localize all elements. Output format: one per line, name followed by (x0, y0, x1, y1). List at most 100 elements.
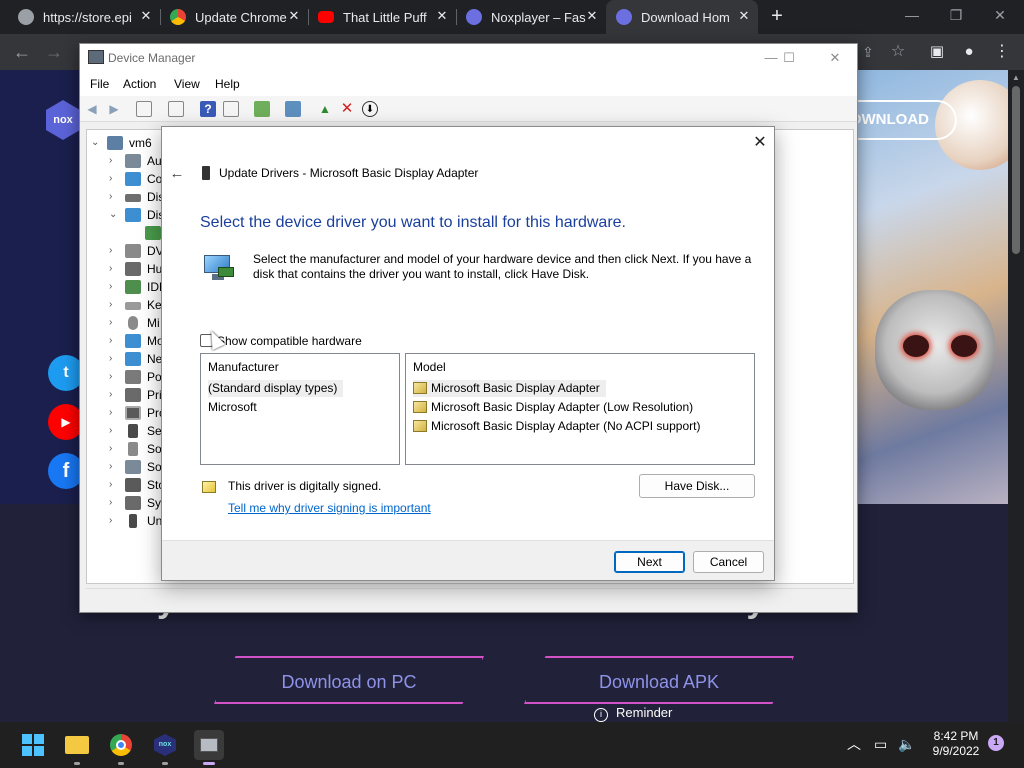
browser-tab[interactable]: https://store.epi ✕ (8, 0, 161, 34)
add-driver-icon[interactable]: ▲ (317, 101, 333, 117)
chevron-right-icon[interactable]: › (109, 404, 119, 422)
update-driver-icon[interactable] (254, 101, 270, 117)
star-icon[interactable]: ☆ (886, 40, 910, 64)
tab-close-icon[interactable]: ✕ (584, 8, 600, 24)
chevron-right-icon[interactable]: › (109, 170, 119, 188)
next-button[interactable]: Next (614, 551, 685, 573)
chevron-right-icon[interactable]: › (109, 152, 119, 170)
close-icon[interactable]: ✕ (750, 133, 770, 153)
page-scrollbar[interactable]: ▲ (1008, 70, 1024, 722)
model-list[interactable]: Model Microsoft Basic Display Adapter Mi… (405, 353, 755, 465)
browser-tab[interactable]: Update Chrome ✕ (160, 0, 309, 34)
driver-signing-link[interactable]: Tell me why driver signing is important (228, 501, 431, 515)
have-disk-button[interactable]: Have Disk... (639, 474, 755, 498)
checkbox-label[interactable]: Show compatible hardware (217, 333, 362, 349)
printer-icon (125, 388, 141, 402)
manufacturer-list[interactable]: Manufacturer (Standard display types) Mi… (200, 353, 400, 465)
chevron-right-icon[interactable]: › (109, 350, 119, 368)
tab-close-icon[interactable]: ✕ (138, 8, 154, 24)
active-indicator (203, 762, 215, 765)
download-on-pc-button[interactable]: Download on PC (214, 656, 484, 704)
nox-logo[interactable]: nox (46, 100, 80, 140)
start-button[interactable] (18, 730, 48, 760)
collapse-chevron-icon[interactable]: ⌄ (91, 134, 101, 152)
network-icon[interactable]: ▭ (874, 735, 887, 753)
chevron-right-icon[interactable]: › (109, 242, 119, 260)
tab-close-icon[interactable]: ✕ (434, 8, 450, 24)
chevron-right-icon[interactable]: › (109, 476, 119, 494)
chrome-taskbar-button[interactable] (106, 730, 136, 765)
tab-close-icon[interactable]: ✕ (286, 8, 302, 24)
chevron-right-icon[interactable]: › (109, 188, 119, 206)
file-explorer-button[interactable] (62, 730, 92, 765)
chevron-right-icon[interactable]: › (109, 494, 119, 512)
chevron-right-icon[interactable]: › (109, 386, 119, 404)
profile-icon[interactable]: ● (957, 40, 981, 64)
restore-icon[interactable]: ❐ (934, 0, 978, 32)
download-icon[interactable]: ⬇ (362, 101, 378, 117)
chevron-right-icon[interactable]: › (109, 260, 119, 278)
chevron-right-icon[interactable]: › (109, 278, 119, 296)
new-tab-button[interactable]: + (766, 5, 788, 27)
maximize-icon[interactable]: ☐ (774, 48, 804, 68)
keyboard-icon (125, 302, 141, 310)
model-list-item[interactable]: Microsoft Basic Display Adapter (No ACPI… (413, 418, 700, 435)
clock[interactable]: 8:42 PM 9/9/2022 (918, 729, 994, 759)
manufacturer-list-item[interactable]: Microsoft (208, 399, 257, 416)
chevron-up-icon[interactable]: ︿ (847, 735, 861, 753)
chevron-right-icon[interactable]: › (109, 458, 119, 476)
browser-tab-bar: https://store.epi ✕ Update Chrome ✕ That… (0, 0, 1024, 34)
manufacturer-list-item-selected[interactable]: (Standard display types) (208, 380, 344, 397)
info-icon: i (594, 708, 608, 722)
model-list-item-selected[interactable]: Microsoft Basic Display Adapter (413, 380, 606, 397)
volume-icon[interactable]: 🔈 (898, 735, 915, 753)
browser-tab[interactable]: That Little Puff ✕ (308, 0, 457, 34)
menu-help[interactable]: Help (215, 77, 240, 91)
forward-arrow-icon[interactable]: → (42, 40, 66, 64)
share-icon[interactable]: ⇪ (856, 40, 880, 64)
model-list-item[interactable]: Microsoft Basic Display Adapter (Low Res… (413, 399, 693, 416)
console-tree-icon[interactable] (136, 101, 152, 117)
minimize-icon[interactable]: — (890, 0, 934, 32)
chevron-right-icon[interactable]: › (109, 422, 119, 440)
kebab-menu-icon[interactable]: ⋮ (990, 40, 1014, 64)
menu-action[interactable]: Action (123, 77, 156, 91)
chrome-icon (170, 9, 186, 25)
uninstall-icon[interactable]: ✕ (339, 101, 355, 117)
driver-icon (413, 401, 427, 413)
display-adapter-icon (145, 226, 161, 240)
collapse-chevron-icon[interactable]: ⌄ (109, 206, 119, 224)
model-label: Microsoft Basic Display Adapter (Low Res… (431, 400, 694, 414)
close-icon[interactable]: ✕ (820, 48, 850, 68)
chevron-right-icon[interactable]: › (109, 332, 119, 350)
chevron-right-icon[interactable]: › (109, 314, 119, 332)
scrollbar-thumb[interactable] (1012, 86, 1020, 254)
chevron-right-icon[interactable]: › (109, 440, 119, 458)
properties-icon[interactable] (168, 101, 184, 117)
notification-badge[interactable]: 1 (988, 735, 1004, 751)
device-manager-taskbar-button[interactable] (194, 730, 224, 765)
browser-tab[interactable]: Noxplayer – Fas ✕ (456, 0, 606, 34)
menu-view[interactable]: View (174, 77, 200, 91)
cancel-button[interactable]: Cancel (693, 551, 764, 573)
back-arrow-icon[interactable]: ← (10, 40, 34, 64)
scroll-up-icon[interactable]: ▲ (1008, 70, 1024, 86)
help-icon[interactable]: ? (200, 101, 216, 117)
browser-tab-active[interactable]: Download Hom ✕ (606, 0, 758, 34)
menu-file[interactable]: File (90, 77, 109, 91)
side-panel-icon[interactable]: ▣ (925, 40, 949, 64)
back-arrow-icon[interactable]: ← (168, 165, 186, 183)
chevron-right-icon[interactable]: › (109, 368, 119, 386)
chevron-right-icon[interactable]: › (109, 512, 119, 530)
reminder-link[interactable]: i Reminder (586, 702, 786, 722)
scan-hardware-icon[interactable] (285, 101, 301, 117)
close-icon[interactable]: ✕ (978, 0, 1022, 32)
tab-close-icon[interactable]: ✕ (736, 8, 752, 24)
back-arrow-icon[interactable]: ◀ (84, 101, 100, 117)
nox-taskbar-button[interactable]: nox (150, 730, 180, 765)
forward-arrow-icon[interactable]: ▶ (106, 101, 122, 117)
download-apk-button[interactable]: Download APK (524, 656, 794, 704)
device-manager-titlebar[interactable]: Device Manager — ☐ ✕ (80, 44, 857, 72)
chevron-right-icon[interactable]: › (109, 296, 119, 314)
view-icon[interactable] (223, 101, 239, 117)
